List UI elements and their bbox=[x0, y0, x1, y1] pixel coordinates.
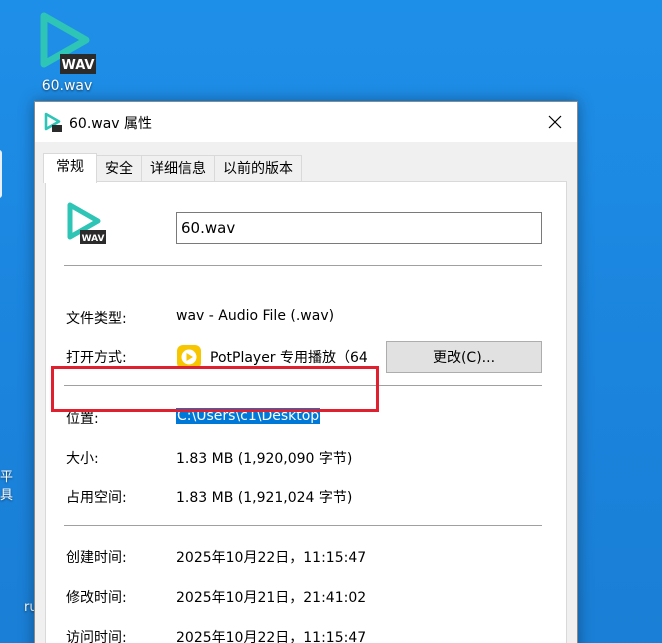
close-button[interactable] bbox=[541, 108, 569, 136]
close-icon bbox=[548, 115, 562, 129]
wav-file-icon: WAV bbox=[36, 12, 98, 80]
side-text-fragment: 平 bbox=[0, 470, 14, 485]
size-on-disk-label: 占用空间: bbox=[66, 490, 127, 506]
location-selected-text[interactable]: C:\Users\c1\Desktop bbox=[176, 408, 321, 424]
opens-with-value: PotPlayer 专用播放（64 bbox=[210, 350, 368, 366]
tab-details[interactable]: 详细信息 bbox=[141, 155, 215, 181]
desktop: WAV 60.wav 平 具 ru 60.wav 属性 常规 安全 详细信息 以… bbox=[0, 0, 662, 643]
title-bar[interactable]: 60.wav 属性 bbox=[35, 102, 577, 142]
modified-value: 2025年10月21日，21:41:02 bbox=[176, 590, 367, 606]
created-label: 创建时间: bbox=[66, 550, 127, 566]
tab-previous-versions[interactable]: 以前的版本 bbox=[214, 155, 302, 181]
tab-security[interactable]: 安全 bbox=[96, 155, 142, 181]
file-type-label: 文件类型: bbox=[66, 311, 127, 327]
wav-badge-text: WAV bbox=[82, 234, 105, 244]
file-name-input[interactable]: 60.wav bbox=[176, 212, 542, 244]
size-on-disk-value: 1.83 MB (1,921,024 字节) bbox=[176, 490, 353, 506]
potplayer-icon bbox=[176, 344, 202, 374]
desktop-icon-label: 60.wav bbox=[41, 78, 93, 94]
modified-label: 修改时间: bbox=[66, 590, 127, 606]
tab-strip: 常规 安全 详细信息 以前的版本 bbox=[43, 153, 302, 183]
properties-dialog: 60.wav 属性 常规 安全 详细信息 以前的版本 WAV 60.wav 文件… bbox=[34, 101, 578, 643]
size-value: 1.83 MB (1,920,090 字节) bbox=[176, 451, 353, 467]
opens-with-label: 打开方式: bbox=[66, 350, 127, 366]
offscreen-window-fragment bbox=[0, 150, 2, 198]
size-label: 大小: bbox=[66, 451, 99, 467]
dialog-title: 60.wav 属性 bbox=[69, 116, 153, 132]
accessed-label: 访问时间: bbox=[66, 630, 127, 643]
location-value[interactable]: C:\Users\c1\Desktop bbox=[176, 408, 321, 424]
file-type-value: wav - Audio File (.wav) bbox=[176, 308, 335, 324]
divider bbox=[64, 385, 542, 386]
divider bbox=[64, 525, 542, 526]
desktop-file-icon[interactable]: WAV 60.wav bbox=[30, 10, 104, 100]
side-text-fragment: 具 bbox=[0, 488, 14, 503]
location-label: 位置: bbox=[66, 411, 99, 427]
created-value: 2025年10月22日，11:15:47 bbox=[176, 550, 367, 566]
tab-general[interactable]: 常规 bbox=[43, 153, 97, 183]
general-panel: WAV 60.wav 文件类型: wav - Audio File (.wav)… bbox=[45, 181, 567, 643]
change-button[interactable]: 更改(C)... bbox=[386, 341, 542, 373]
divider bbox=[64, 265, 542, 266]
wav-file-icon: WAV bbox=[64, 202, 108, 250]
accessed-value: 2025年10月22日，11:15:47 bbox=[176, 630, 367, 643]
wav-badge-text: WAV bbox=[62, 58, 95, 73]
wav-file-icon bbox=[43, 112, 63, 138]
